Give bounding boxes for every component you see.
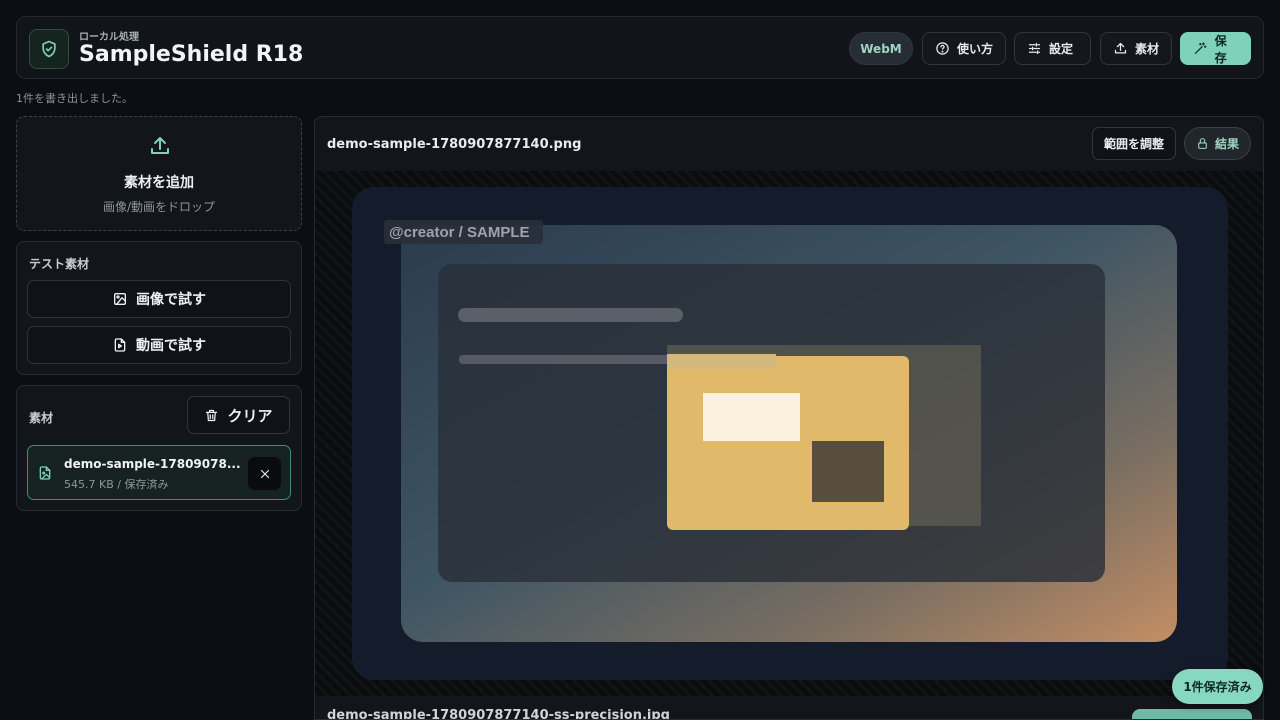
remove-asset-button[interactable]	[248, 457, 281, 490]
save-label: 保存	[1214, 33, 1227, 65]
file-dropzone[interactable]: 素材を追加 画像/動画をドロップ	[16, 116, 302, 231]
saved-count-label: 1件保存済み	[1183, 680, 1252, 694]
assets-panel-title: 素材	[29, 411, 54, 425]
status-message: 1件を書き出しました。	[16, 92, 133, 105]
placeholder-bar-2	[459, 355, 679, 364]
asset-meta: 545.7 KB / 保存済み	[64, 478, 169, 491]
dropzone-hint: 画像/動画をドロップ	[102, 200, 216, 214]
dark-block	[812, 441, 884, 502]
adjust-range-label: 範囲を調整	[1103, 137, 1164, 151]
upload-icon	[1114, 42, 1127, 54]
lock-icon	[1198, 138, 1207, 149]
asset-list-item[interactable]: demo-sample-17809078... 545.7 KB / 保存済み	[27, 445, 291, 500]
test-assets-panel: テスト素材 画像で試す 動画で試す	[16, 241, 302, 375]
adjust-range-button[interactable]: 範囲を調整	[1092, 127, 1176, 160]
image-file-icon	[39, 466, 51, 480]
shield-logo	[29, 29, 69, 69]
app-title: SampleShield R18	[79, 42, 304, 67]
preview-file-name: demo-sample-1780907877140.png	[327, 137, 582, 152]
help-button[interactable]: 使い方	[922, 32, 1006, 65]
next-file-name: demo-sample-1780907877140-ss-precision.j…	[327, 708, 670, 720]
clear-button[interactable]: クリア	[187, 396, 290, 434]
sliders-icon	[1028, 42, 1041, 55]
highlight-strip	[667, 354, 776, 369]
light-block	[703, 393, 800, 441]
try-image-label: 画像で試す	[136, 292, 206, 308]
video-file-icon	[114, 338, 126, 352]
app-subtitle: ローカル処理	[79, 32, 139, 43]
image-icon	[114, 293, 126, 305]
next-file-action-button[interactable]	[1132, 709, 1252, 719]
placeholder-bar-1	[458, 308, 683, 322]
try-video-button[interactable]: 動画で試す	[27, 326, 291, 364]
dropzone-title: 素材を追加	[124, 175, 194, 191]
help-circle-icon	[936, 42, 949, 55]
webm-label: WebM	[860, 41, 902, 56]
settings-button[interactable]: 設定	[1014, 32, 1091, 65]
help-label: 使い方	[957, 42, 994, 56]
test-panel-title: テスト素材	[29, 257, 90, 271]
shield-check-icon	[42, 40, 56, 58]
upload-icon	[151, 137, 169, 154]
save-button[interactable]: 保存	[1180, 32, 1251, 65]
watermark-text: @creator / SAMPLE	[389, 224, 530, 241]
settings-label: 設定	[1049, 42, 1074, 56]
close-icon	[260, 469, 269, 478]
saved-count-badge[interactable]: 1件保存済み	[1172, 669, 1263, 704]
preview-panel: demo-sample-1780907877140.png 範囲を調整 結果 @…	[314, 116, 1264, 720]
try-image-button[interactable]: 画像で試す	[27, 280, 291, 318]
result-toggle-button[interactable]: 結果	[1184, 127, 1251, 160]
assets-label: 素材	[1135, 42, 1160, 56]
result-label: 結果	[1214, 137, 1239, 151]
preview-canvas[interactable]: @creator / SAMPLE	[315, 171, 1263, 696]
asset-name: demo-sample-17809078...	[64, 457, 241, 471]
try-video-label: 動画で試す	[136, 338, 206, 354]
assets-panel: 素材 クリア demo-sample-17809078... 545.7 KB …	[16, 385, 302, 511]
magic-wand-icon	[1194, 42, 1207, 54]
trash-icon	[206, 409, 218, 421]
app-header: ローカル処理 SampleShield R18 WebM 使い方 設定 素材 保…	[16, 16, 1264, 79]
clear-label: クリア	[227, 406, 273, 425]
webm-toggle-button[interactable]: WebM	[849, 32, 913, 65]
preview-image: @creator / SAMPLE	[352, 187, 1228, 680]
export-assets-button[interactable]: 素材	[1100, 32, 1172, 65]
